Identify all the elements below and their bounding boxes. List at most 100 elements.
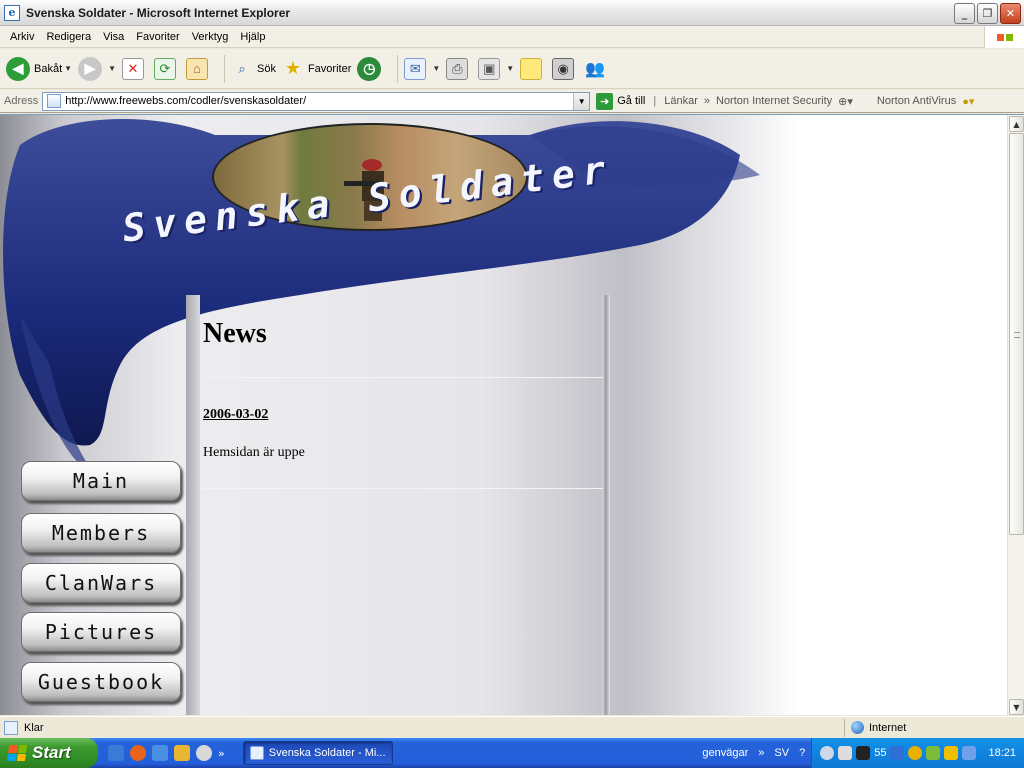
nav-pictures-button[interactable]: Pictures xyxy=(21,612,181,652)
maximize-button[interactable]: ❐ xyxy=(977,3,998,24)
menu-visa[interactable]: Visa xyxy=(97,31,130,43)
nav-main-button[interactable]: Main xyxy=(21,461,181,501)
nav-guestbook-button[interactable]: Guestbook xyxy=(21,662,181,702)
language-indicator[interactable]: SV xyxy=(774,747,789,759)
note-button[interactable] xyxy=(520,57,546,80)
minimize-button[interactable]: _ xyxy=(954,3,975,24)
shortcuts-toolbar[interactable]: genvägar xyxy=(702,747,748,759)
address-field[interactable]: ▼ xyxy=(42,91,591,111)
messenger-tray-icon[interactable] xyxy=(962,746,977,760)
page-status-icon xyxy=(4,720,18,735)
norton-antivirus-button[interactable]: Norton AntiVirus xyxy=(877,95,956,107)
browser-toolbar: ◀ Bakåt ▼ ▶ ▼ ✕ ⟳ ⌂ ⌕ Sök ★ Favoriter ◷ … xyxy=(0,49,1024,89)
taskbar: Start » Svenska Soldater - Mi... genväga… xyxy=(0,738,1024,768)
window-controls: _ ❐ ✕ xyxy=(954,3,1021,24)
scroll-up-icon[interactable]: ▲ xyxy=(1009,116,1024,132)
stop-icon: ✕ xyxy=(121,57,144,80)
close-button[interactable]: ✕ xyxy=(1000,3,1021,24)
column-left-edge xyxy=(186,295,200,715)
edit-icon: ▣ xyxy=(478,57,501,80)
scroll-down-icon[interactable]: ▼ xyxy=(1009,699,1024,715)
vertical-scrollbar[interactable]: ▲ ▼ xyxy=(1007,115,1024,715)
start-button[interactable]: Start xyxy=(0,738,98,768)
menu-bar: Arkiv Redigera Visa Favoriter Verktyg Hj… xyxy=(0,26,1024,48)
note-icon xyxy=(520,57,543,80)
refresh-button[interactable]: ⟳ xyxy=(153,57,180,80)
page-icon xyxy=(47,94,62,108)
network-icon[interactable] xyxy=(890,746,905,760)
search-button[interactable]: ⌕ Sök xyxy=(231,58,276,80)
url-input[interactable] xyxy=(65,95,566,107)
tray-app-icon[interactable] xyxy=(838,746,853,760)
system-tray: 55 18:21 xyxy=(811,738,1024,768)
browser-icon[interactable] xyxy=(152,745,168,761)
menu-hjalp[interactable]: Hjälp xyxy=(234,31,271,43)
news-body-text: Hemsidan är uppe xyxy=(203,445,305,460)
go-button[interactable]: ➔ Gå till xyxy=(596,92,645,110)
print-button[interactable]: ⎙ xyxy=(446,57,472,80)
menu-arkiv[interactable]: Arkiv xyxy=(4,31,40,43)
title-bar: e Svenska Soldater - Microsoft Internet … xyxy=(0,0,1024,26)
nav-members-button[interactable]: Members xyxy=(21,513,181,553)
back-button[interactable]: ◀ Bakåt ▼ xyxy=(6,56,72,81)
window-title: Svenska Soldater - Microsoft Internet Ex… xyxy=(26,5,291,20)
scroll-thumb[interactable] xyxy=(1009,133,1024,535)
norton-globe-icon[interactable]: ⊕▾ xyxy=(838,95,853,108)
refresh-icon: ⟳ xyxy=(153,57,176,80)
status-left: Klar xyxy=(4,720,844,735)
menu-favoriter[interactable]: Favoriter xyxy=(130,31,185,43)
norton-shield-icon[interactable]: ●▾ xyxy=(962,95,974,108)
tray-collapse-icon[interactable] xyxy=(820,746,835,760)
favorites-button[interactable]: ★ Favoriter xyxy=(282,58,351,80)
media-player-icon[interactable] xyxy=(196,745,212,761)
home-button[interactable]: ⌂ xyxy=(185,57,212,80)
menu-redigera[interactable]: Redigera xyxy=(40,31,97,43)
links-button[interactable]: Länkar xyxy=(664,95,698,107)
status-bar: Klar Internet xyxy=(0,716,1024,738)
content-column xyxy=(186,295,610,715)
forward-button[interactable]: ▶ ▼ xyxy=(78,56,116,81)
mail-button[interactable]: ✉ ▼ xyxy=(404,57,440,80)
help-icon[interactable]: ? xyxy=(799,747,805,759)
edit-button[interactable]: ▣ ▼ xyxy=(478,57,514,80)
news-divider-top xyxy=(203,377,603,378)
scroll-grip xyxy=(1014,332,1020,338)
internet-globe-icon xyxy=(851,721,864,734)
history-icon: ◷ xyxy=(357,56,382,81)
quick-launch: » xyxy=(108,745,225,761)
app-icon[interactable] xyxy=(174,745,190,761)
messenger-icon: 👥 xyxy=(585,60,606,78)
quicklaunch-chevron-icon[interactable]: » xyxy=(218,747,225,760)
camera-button[interactable]: ◉ xyxy=(552,57,578,80)
links-chevron-icon[interactable]: » xyxy=(704,95,710,107)
windows-logo-icon xyxy=(984,26,1024,48)
task-button-svenska-soldater[interactable]: Svenska Soldater - Mi... xyxy=(242,741,393,765)
stop-button[interactable]: ✕ xyxy=(121,57,148,80)
nav-clanwars-button[interactable]: ClanWars xyxy=(21,563,181,603)
mail-dropdown-icon[interactable]: ▼ xyxy=(432,64,440,73)
steam-icon[interactable] xyxy=(856,746,871,760)
news-date-link[interactable]: 2006-03-02 xyxy=(203,407,268,423)
news-heading: News xyxy=(203,318,267,349)
messenger-button[interactable]: 👥 xyxy=(584,58,610,80)
shortcuts-chevron-icon[interactable]: » xyxy=(758,747,764,759)
toolbar-separator xyxy=(223,54,225,83)
firefox-icon[interactable] xyxy=(130,745,146,761)
address-bar: Adress ▼ ➔ Gå till | Länkar » Norton Int… xyxy=(0,90,1024,113)
address-dropdown-icon[interactable]: ▼ xyxy=(573,92,590,110)
back-dropdown-icon[interactable]: ▼ xyxy=(64,64,72,73)
home-icon: ⌂ xyxy=(185,57,208,80)
star-icon: ★ xyxy=(284,58,302,78)
menu-verktyg[interactable]: Verktyg xyxy=(186,31,235,43)
ie-launch-icon[interactable] xyxy=(108,745,124,761)
history-button[interactable]: ◷ xyxy=(357,56,385,81)
warning-tray-icon[interactable] xyxy=(944,746,959,760)
forward-dropdown-icon[interactable]: ▼ xyxy=(108,64,116,73)
zone-label: Internet xyxy=(869,721,907,734)
norton-tray-icon[interactable] xyxy=(908,746,923,760)
clock[interactable]: 18:21 xyxy=(988,747,1016,759)
security-tray-icon[interactable] xyxy=(926,746,941,760)
norton-security-button[interactable]: Norton Internet Security xyxy=(716,95,832,107)
address-label: Adress xyxy=(4,95,39,107)
edit-dropdown-icon[interactable]: ▼ xyxy=(506,64,514,73)
